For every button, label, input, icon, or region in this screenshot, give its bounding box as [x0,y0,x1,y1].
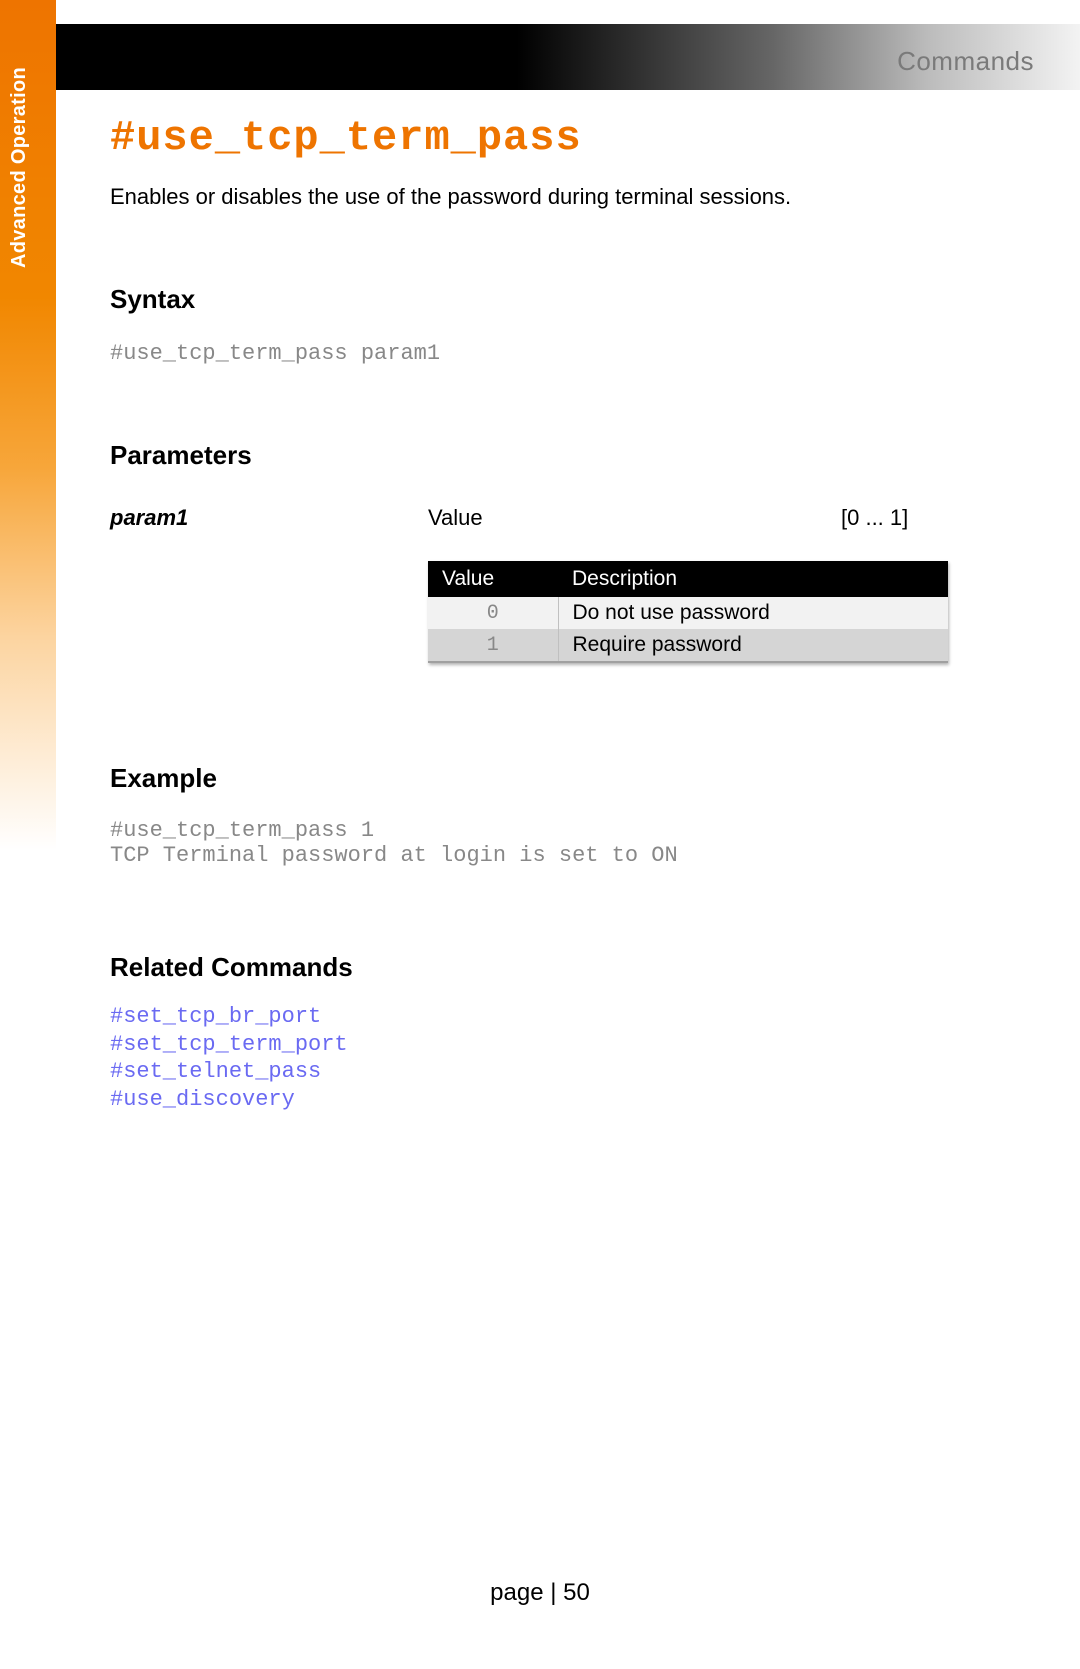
related-command-link[interactable]: #use_discovery [110,1086,1022,1114]
command-title: #use_tcp_term_pass [110,114,1022,162]
related-commands-list: #set_tcp_br_port #set_tcp_term_port #set… [110,1003,1022,1113]
command-description: Enables or disables the use of the passw… [110,184,1022,210]
example-code: #use_tcp_term_pass 1 TCP Terminal passwo… [110,818,1022,868]
example-heading: Example [110,763,1022,794]
parameter-row: param1 Value [0 ... 1] [110,505,1022,531]
parameter-name: param1 [110,505,428,531]
table-header-description: Description [558,561,948,597]
table-header-row: Value Description [428,561,948,597]
related-command-link[interactable]: #set_telnet_pass [110,1058,1022,1086]
parameter-value-table: Value Description 0 Do not use password … [428,561,948,663]
header-label: Commands [897,46,1034,77]
content-area: #use_tcp_term_pass Enables or disables t… [110,114,1022,1113]
table-row: 1 Require password [428,629,948,662]
table-cell-value: 0 [428,597,558,629]
table-cell-description: Do not use password [558,597,948,629]
parameters-heading: Parameters [110,440,1022,471]
sidebar-section-label: Advanced Operation [8,67,31,268]
related-command-link[interactable]: #set_tcp_br_port [110,1003,1022,1031]
syntax-code: #use_tcp_term_pass param1 [110,341,1022,366]
parameter-type: Value [428,505,841,531]
parameter-range: [0 ... 1] [841,505,1022,531]
table-cell-value: 1 [428,629,558,662]
syntax-heading: Syntax [110,284,1022,315]
related-commands-heading: Related Commands [110,952,1022,983]
table-header-value: Value [428,561,558,597]
table-row: 0 Do not use password [428,597,948,629]
page-number: page | 50 [0,1579,1080,1607]
related-command-link[interactable]: #set_tcp_term_port [110,1031,1022,1059]
table-cell-description: Require password [558,629,948,662]
sidebar-strip: Advanced Operation [0,0,56,850]
